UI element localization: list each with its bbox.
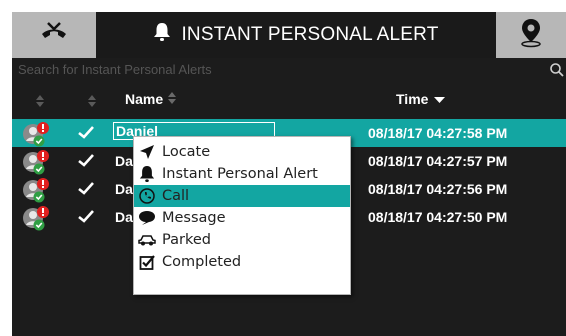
alert-avatar-icon — [22, 205, 50, 231]
acknowledged-check-icon[interactable] — [78, 210, 94, 223]
menu-item-call[interactable]: Call — [134, 185, 350, 207]
row-name[interactable]: Da — [115, 181, 133, 197]
row-time: 08/18/17 04:27:56 PM — [368, 181, 508, 197]
sort-name-icon — [168, 91, 177, 107]
checkbox-icon — [138, 253, 156, 271]
call-icon — [138, 187, 156, 205]
menu-item-label: Parked — [162, 232, 211, 248]
panel-title-text: INSTANT PERSONAL ALERT — [181, 24, 439, 45]
bell-icon — [138, 165, 156, 183]
row-name[interactable]: Da — [115, 209, 133, 225]
row-name[interactable]: Da — [115, 153, 133, 169]
panel-title: INSTANT PERSONAL ALERT — [96, 12, 496, 58]
menu-item-completed[interactable]: Completed — [134, 251, 350, 273]
panel-header: INSTANT PERSONAL ALERT — [12, 12, 566, 58]
alert-avatar-icon — [22, 121, 50, 147]
acknowledged-check-icon[interactable] — [78, 182, 94, 195]
menu-item-instant-personal-alert[interactable]: Instant Personal Alert — [134, 163, 350, 185]
search-icon[interactable] — [549, 62, 565, 78]
hangup-tab-button[interactable] — [12, 12, 96, 58]
app-root: INSTANT PERSONAL ALERT Search for Instan… — [0, 0, 566, 336]
column-time-header[interactable]: Time — [396, 91, 446, 107]
menu-item-label: Call — [162, 188, 190, 204]
menu-item-label: Completed — [162, 254, 242, 270]
search-input[interactable] — [18, 61, 538, 78]
menu-item-parked[interactable]: Parked — [134, 229, 350, 251]
row-time: 08/18/17 04:27:57 PM — [368, 153, 508, 169]
locate-arrow-icon — [138, 143, 156, 161]
menu-item-message[interactable]: Message — [134, 207, 350, 229]
column-time-label: Time — [396, 91, 429, 107]
menu-item-label: Instant Personal Alert — [162, 166, 318, 182]
car-icon — [138, 231, 156, 249]
search-bar — [12, 58, 566, 82]
message-bubble-icon — [138, 209, 156, 227]
sort-desc-icon — [434, 91, 446, 107]
alert-avatar-icon — [22, 177, 50, 203]
sort-check-column-icon[interactable] — [88, 94, 96, 107]
acknowledged-check-icon[interactable] — [78, 154, 94, 167]
menu-item-locate[interactable]: Locate — [134, 141, 350, 163]
acknowledged-check-icon[interactable] — [78, 126, 94, 139]
menu-item-label: Message — [162, 210, 226, 226]
bell-icon — [153, 22, 181, 48]
alert-avatar-icon — [22, 149, 50, 175]
menu-item-label: Locate — [162, 144, 211, 160]
column-name-label: Name — [125, 91, 164, 107]
context-menu: Locate Instant Personal Alert Call Messa… — [133, 136, 351, 295]
sort-status-column-icon[interactable] — [36, 94, 44, 107]
phone-hangup-icon — [39, 20, 69, 51]
row-time: 08/18/17 04:27:58 PM — [368, 125, 508, 141]
map-pin-icon — [519, 18, 543, 53]
row-time: 08/18/17 04:27:50 PM — [368, 209, 508, 225]
column-header-row: Name Time — [12, 82, 566, 118]
alert-panel: INSTANT PERSONAL ALERT Search for Instan… — [12, 12, 566, 336]
map-tab-button[interactable] — [496, 12, 566, 58]
column-name-header[interactable]: Name — [125, 91, 177, 107]
